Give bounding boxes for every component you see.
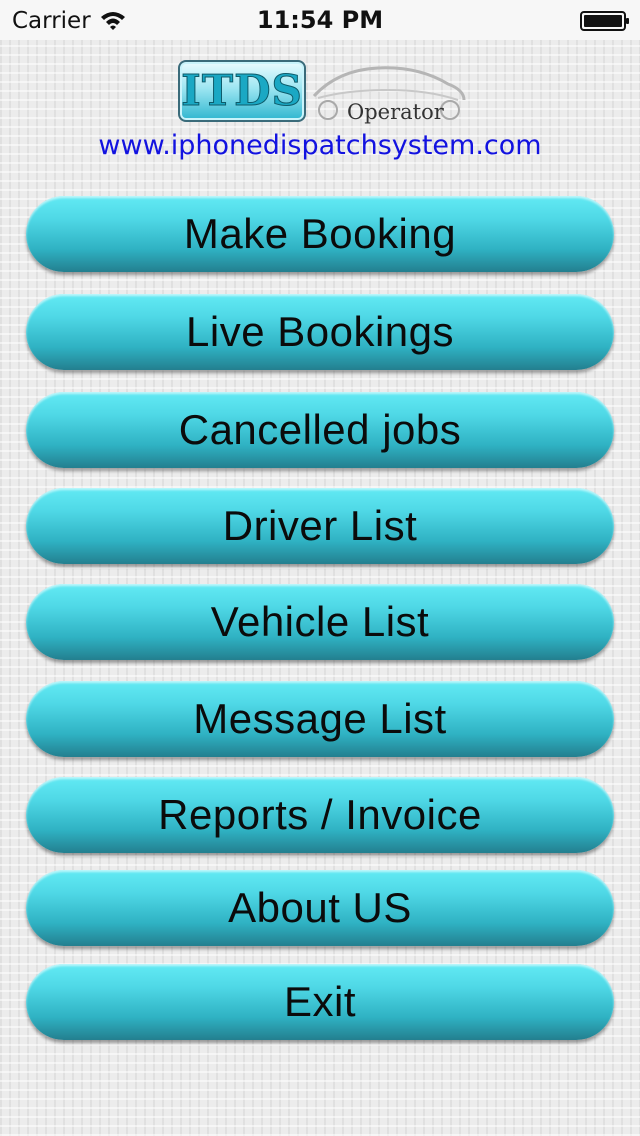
- exit-button[interactable]: Exit: [26, 964, 614, 1040]
- status-time: 11:54 PM: [256, 6, 384, 34]
- about-us-button[interactable]: About US: [26, 870, 614, 946]
- app-header: ITDS Operator www.iphonedispatchsystem.c…: [0, 56, 640, 166]
- battery-icon: [580, 11, 629, 31]
- website-link[interactable]: www.iphonedispatchsystem.com: [0, 130, 640, 161]
- status-bar: Carrier 11:54 PM: [0, 0, 640, 40]
- itds-logo: ITDS: [178, 60, 306, 122]
- live-bookings-button[interactable]: Live Bookings: [26, 294, 614, 370]
- make-booking-button[interactable]: Make Booking: [26, 196, 614, 272]
- driver-list-button[interactable]: Driver List: [26, 488, 614, 564]
- cancelled-jobs-button[interactable]: Cancelled jobs: [26, 392, 614, 468]
- operator-label: Operator: [347, 100, 444, 124]
- reports-invoice-button[interactable]: Reports / Invoice: [26, 777, 614, 853]
- message-list-button[interactable]: Message List: [26, 681, 614, 757]
- vehicle-list-button[interactable]: Vehicle List: [26, 584, 614, 660]
